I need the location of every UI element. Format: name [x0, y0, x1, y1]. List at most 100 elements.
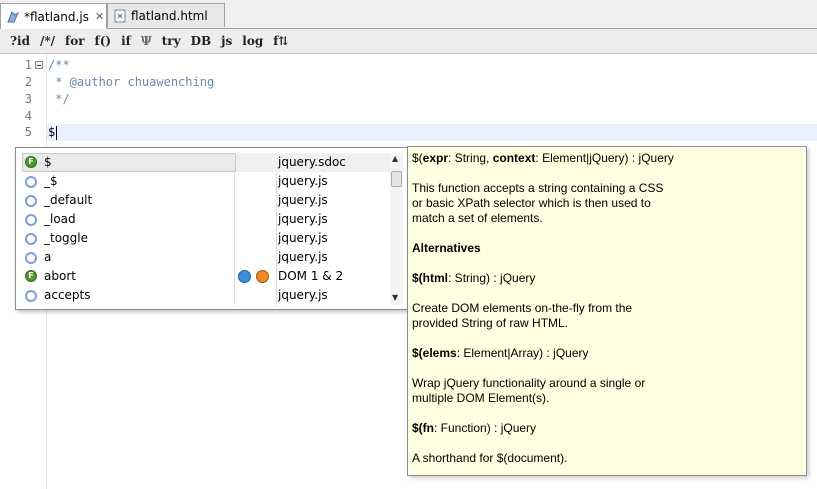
code-text: * @author chuawenching [48, 75, 215, 89]
sig-text: $( [412, 346, 423, 360]
selection-box [22, 153, 236, 172]
object-icon [25, 233, 37, 245]
completion-source: jquery.js [278, 174, 328, 188]
completion-name: $ [44, 155, 52, 169]
object-icon [25, 195, 37, 207]
code-line[interactable]: 3 */ [0, 91, 817, 108]
sig-text: $( [412, 151, 423, 165]
doc-description: Wrap jQuery functionality around a singl… [412, 376, 646, 390]
alternatives-heading: Alternatives [412, 241, 481, 255]
completion-source: jquery.sdoc [278, 155, 346, 169]
sig-text: : String, [448, 151, 493, 165]
doc-description: A shorthand for $(document). [412, 451, 568, 465]
completion-item[interactable]: accepts jquery.js [22, 286, 390, 305]
code-text: /** [48, 58, 70, 72]
completion-item[interactable]: _toggle jquery.js [22, 229, 390, 248]
completion-item[interactable]: F abort DOM 1 & 2 [22, 267, 390, 286]
toolbar-db-button[interactable]: DB [191, 34, 212, 48]
code-line[interactable]: 5 $ [0, 124, 817, 141]
sig-text: $( [412, 421, 423, 435]
sig-param: context [492, 151, 536, 165]
vertical-scrollbar[interactable]: ▲ ▼ [390, 153, 403, 305]
completion-name: abort [44, 269, 76, 283]
doc-description: This function accepts a string containin… [412, 181, 664, 195]
scroll-up-icon[interactable]: ▲ [392, 154, 398, 163]
autocomplete-popup[interactable]: F $ jquery.sdoc _$ jquery.js _default jq… [15, 147, 409, 310]
sig-param: html [422, 271, 449, 285]
completion-source: jquery.js [278, 288, 328, 302]
doc-description: match a set of elements. [412, 211, 543, 225]
doc-description: or basic XPath selector which is then us… [412, 196, 651, 210]
signature-primary: $(expr: String, context: Element|jQuery)… [412, 151, 674, 166]
function-icon: F [25, 270, 37, 282]
completion-name: accepts [44, 288, 91, 302]
toolbar-switch-button[interactable]: Ψ [141, 34, 152, 48]
object-icon [25, 176, 37, 188]
object-icon [25, 252, 37, 264]
line-number: 3 [24, 92, 32, 106]
completion-item-selected[interactable]: F $ jquery.sdoc [22, 153, 390, 172]
editor-tab-bar: *flatland.js ✕ flatland.html [0, 0, 817, 29]
firefox-browser-icon [256, 270, 269, 283]
typed-text: $ [48, 125, 56, 139]
completion-name: _default [44, 193, 93, 207]
doc-description: provided String of raw HTML. [412, 316, 569, 330]
toolbar-try-button[interactable]: try [162, 34, 181, 48]
completion-name: _$ [44, 174, 58, 188]
close-icon[interactable]: ✕ [95, 10, 104, 23]
sig-text: : Function) : jQuery [434, 421, 537, 435]
completion-name: _load [44, 212, 76, 226]
line-number: 4 [24, 109, 32, 123]
completion-item[interactable]: _default jquery.js [22, 191, 390, 210]
fold-collapse-icon[interactable] [35, 61, 43, 69]
line-number: 5 [24, 125, 32, 139]
scrollbar-thumb[interactable] [391, 171, 402, 187]
completion-item[interactable]: _$ jquery.js [22, 172, 390, 191]
code-line[interactable]: 4 [0, 108, 817, 125]
tab-flatland-html[interactable]: flatland.html [107, 3, 225, 27]
sig-text: $( [412, 271, 423, 285]
completion-list[interactable]: F $ jquery.sdoc _$ jquery.js _default jq… [22, 153, 390, 305]
sig-text: : String) : jQuery [448, 271, 536, 285]
sig-param: fn [422, 421, 434, 435]
code-line[interactable]: 2 * @author chuawenching [0, 74, 817, 91]
snippet-toolbar: ?id /*/ for f() if Ψ try DB js log f⇅ [0, 29, 817, 54]
text-caret [56, 125, 58, 140]
ie-browser-icon [238, 270, 251, 283]
completion-source: DOM 1 & 2 [278, 269, 344, 283]
completion-item[interactable]: _load jquery.js [22, 210, 390, 229]
sig-param: expr [422, 151, 449, 165]
tab-flatland-js[interactable]: *flatland.js ✕ [0, 3, 107, 29]
completion-source: jquery.js [278, 250, 328, 264]
line-number: 2 [24, 75, 32, 89]
doc-description: multiple DOM Element(s). [412, 391, 550, 405]
toolbar-for-button[interactable]: for [65, 34, 85, 48]
object-icon [25, 290, 37, 302]
toolbar-comment-button[interactable]: /*/ [40, 34, 55, 48]
completion-item[interactable]: a jquery.js [22, 248, 390, 267]
toolbar-if-button[interactable]: if [121, 34, 131, 48]
toolbar-log-button[interactable]: log [242, 34, 263, 48]
code-text: $ [48, 124, 58, 141]
scroll-down-icon[interactable]: ▼ [392, 293, 398, 302]
documentation-tooltip: $(expr: String, context: Element|jQuery)… [407, 146, 807, 476]
sig-text: : Element|jQuery) : jQuery [535, 151, 674, 165]
completion-source: jquery.js [278, 212, 328, 226]
html-file-icon [113, 9, 127, 23]
toolbar-js-button[interactable]: js [221, 34, 232, 48]
completion-name: a [44, 250, 52, 264]
object-icon [25, 214, 37, 226]
tab-label: flatland.html [131, 8, 208, 23]
sig-param: elems [422, 346, 457, 360]
sig-text: : Element|Array) : jQuery [456, 346, 589, 360]
completion-source: jquery.js [278, 193, 328, 207]
toolbar-function-button[interactable]: f() [95, 34, 112, 48]
toolbar-id-button[interactable]: ?id [10, 34, 30, 48]
line-number: 1 [24, 58, 32, 72]
toolbar-function-expand-button[interactable]: f⇅ [273, 34, 288, 48]
code-text: */ [48, 92, 70, 106]
function-icon: F [25, 156, 37, 168]
code-line[interactable]: 1 /** [0, 57, 817, 74]
doc-description: Create DOM elements on-the-fly from the [412, 301, 633, 315]
tab-label: *flatland.js [24, 9, 89, 24]
